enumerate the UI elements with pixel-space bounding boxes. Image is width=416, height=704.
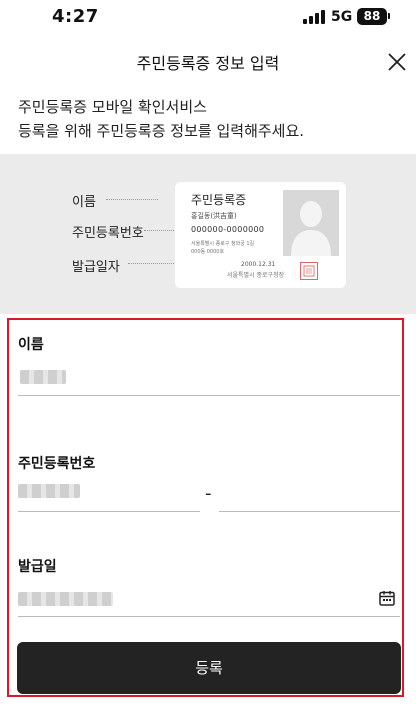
name-field-label: 이름	[18, 337, 44, 353]
illustration-label-issue-date: 발급일자	[72, 260, 120, 275]
card-date: 2000.12.31	[241, 261, 276, 268]
info-form	[7, 318, 404, 697]
card-address-line-1: 서울특별시 종로구 청와궁 1길	[191, 241, 255, 247]
close-icon	[388, 53, 406, 71]
card-title: 주민등록증	[191, 193, 247, 207]
intro-line-1: 주민등록증 모바일 확인서비스	[18, 98, 207, 116]
card-address: 서울특별시 종로구 청와궁 1길 000동 0000호	[191, 240, 254, 256]
illustration-label-name: 이름	[72, 195, 96, 210]
battery-icon: 88	[357, 8, 387, 25]
id-number-front-masked-value[interactable]	[18, 484, 80, 498]
intro-line-2: 등록을 위해 주민등록증 정보를 입력해주세요.	[18, 122, 305, 140]
id-number-front-underline	[18, 511, 200, 512]
person-silhouette-icon	[283, 190, 339, 256]
card-address-line-2: 000동 0000호	[191, 249, 225, 255]
card-issuer: 서울특별시 종로구청장	[227, 272, 285, 279]
illustration-label-id-number: 주민등록번호	[72, 226, 144, 241]
register-button[interactable]: 등록	[17, 642, 401, 694]
seal-stamp-icon	[300, 262, 318, 280]
pointer-line	[106, 199, 158, 200]
sample-id-card: 주민등록증 홍길동(洪吉童) 000000-0000000 서울특별시 종로구 …	[175, 182, 346, 288]
status-time: 4:27	[52, 6, 99, 27]
id-separator: -	[205, 483, 212, 504]
name-input-masked-value[interactable]	[20, 370, 66, 384]
signal-icon	[303, 10, 325, 24]
page-title: 주민등록증 정보 입력	[136, 54, 280, 73]
issue-date-field-label: 발급일	[18, 559, 57, 575]
issue-date-underline	[18, 616, 400, 617]
id-number-back-input[interactable]	[219, 511, 400, 512]
close-button[interactable]	[385, 50, 409, 74]
card-number: 000000-0000000	[191, 225, 265, 234]
network-label: 5G	[331, 9, 353, 25]
name-input-underline	[18, 395, 400, 396]
calendar-icon[interactable]	[378, 589, 396, 607]
intro-text: 주민등록증 모바일 확인서비스 등록을 위해 주민등록증 정보를 입력해주세요.	[18, 95, 304, 143]
id-number-field-label: 주민등록번호	[18, 456, 96, 472]
card-name: 홍길동(洪吉童)	[191, 212, 237, 220]
battery-nub	[388, 13, 390, 19]
issue-date-masked-value[interactable]	[18, 592, 113, 606]
status-bar: 4:27 5G 88	[0, 0, 416, 40]
